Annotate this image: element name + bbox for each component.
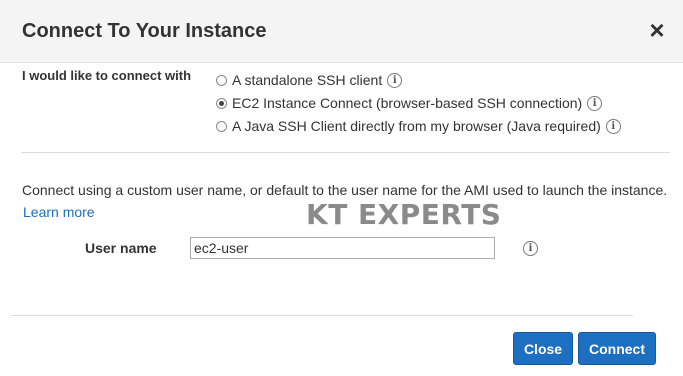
watermark: KT EXPERTS (306, 198, 502, 231)
connect-description: Connect using a custom user name, or def… (22, 182, 668, 198)
info-icon[interactable]: i (605, 118, 621, 134)
radio-ec2-instance-connect[interactable] (216, 97, 227, 109)
footer-divider (11, 315, 633, 316)
radio-java-ssh[interactable] (216, 120, 227, 132)
option-ec2-instance-connect[interactable]: EC2 Instance Connect (browser-based SSH … (216, 93, 603, 113)
connect-button[interactable]: Connect (578, 332, 656, 365)
info-icon[interactable]: i (587, 95, 603, 111)
close-button[interactable]: Close (513, 332, 573, 365)
learn-more-link[interactable]: Learn more (23, 204, 95, 220)
info-icon[interactable]: i (523, 241, 538, 256)
close-icon[interactable]: × (647, 17, 667, 43)
user-name-label: User name (85, 240, 157, 256)
option-standalone-ssh[interactable]: A standalone SSH client i (216, 70, 403, 90)
option-java-ssh-label: A Java SSH Client directly from my brows… (232, 118, 601, 134)
user-name-input[interactable] (190, 237, 495, 259)
section-divider (21, 152, 670, 153)
option-java-ssh[interactable]: A Java SSH Client directly from my brows… (216, 116, 621, 136)
dialog-header: Connect To Your Instance × (0, 0, 683, 63)
dialog-title: Connect To Your Instance (22, 20, 267, 42)
option-ec2-instance-connect-label: EC2 Instance Connect (browser-based SSH … (232, 95, 583, 111)
connect-with-label: I would like to connect with (22, 68, 192, 83)
radio-standalone-ssh[interactable] (216, 74, 227, 86)
option-standalone-ssh-label: A standalone SSH client (232, 72, 383, 88)
info-icon[interactable]: i (387, 72, 403, 88)
